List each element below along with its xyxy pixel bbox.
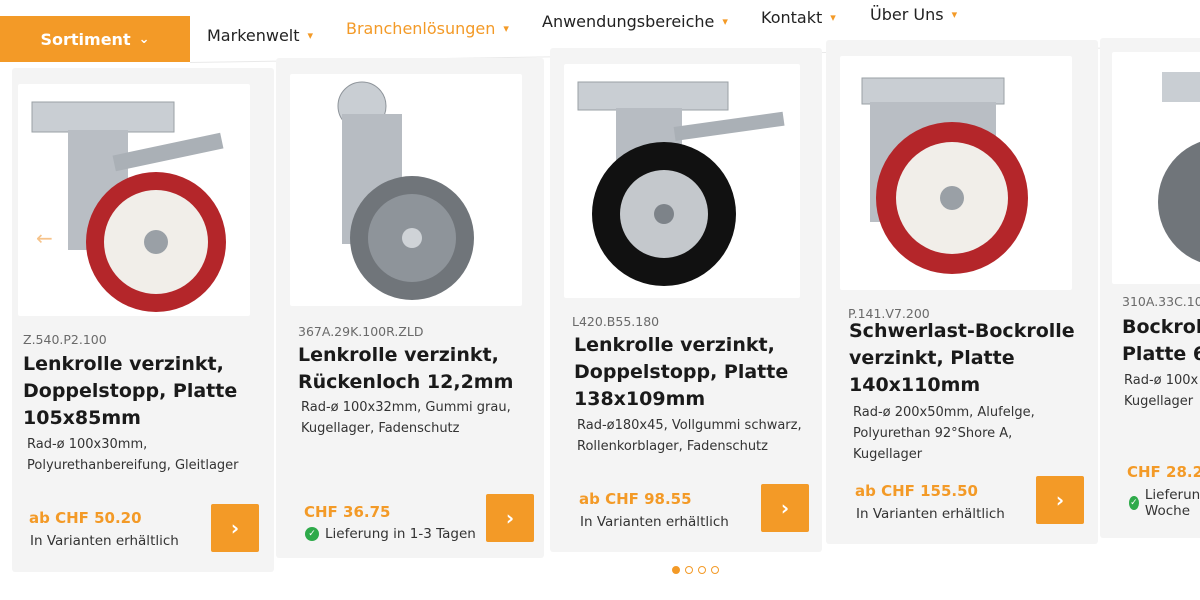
check-circle-icon: ✓ — [1129, 496, 1139, 510]
availability-label: Lieferung in 1-3 Tagen — [325, 526, 476, 542]
product-detail-button[interactable]: › — [761, 484, 809, 532]
product-description: Rad-ø 200x50mm, Alufelge, Polyurethan 92… — [853, 405, 1035, 462]
chevron-right-icon: › — [230, 516, 240, 540]
availability-label: In Varianten erhältlich — [856, 506, 1005, 522]
product-availability: In Varianten erhältlich — [856, 506, 1005, 522]
product-card[interactable]: P.141.V7.200 Schwerlast-Bockrolle verzin… — [826, 40, 1098, 544]
arrow-left-icon: ← — [36, 226, 53, 250]
chevron-down-icon: ▾ — [830, 11, 836, 24]
product-title[interactable]: Schwerlast-Bockrolle verzinkt, Platte 14… — [849, 318, 1081, 399]
product-availability: ✓ Lieferun Woche — [1129, 487, 1200, 519]
slider-prev-button[interactable]: ← — [36, 226, 53, 250]
product-availability: In Varianten erhältlich — [580, 514, 729, 530]
product-availability: In Varianten erhältlich — [30, 533, 179, 549]
product-sku: 367A.29K.100R.ZLD — [298, 324, 424, 339]
product-image — [564, 64, 800, 298]
nav-item-branchenloesungen[interactable]: Branchenlösungen ▾ — [346, 19, 509, 38]
nav-sortiment-button[interactable]: Sortiment ⌄ — [0, 16, 190, 62]
product-description: Rad-ø 100x32mm, Gummi grau, Kugellager, … — [301, 400, 511, 436]
availability-label: Lieferun Woche — [1144, 487, 1200, 519]
product-detail-button[interactable]: › — [1036, 476, 1084, 524]
product-detail-button[interactable]: › — [486, 494, 534, 542]
slider-dot[interactable] — [711, 566, 719, 574]
product-title[interactable]: Bockroll Platte 6 — [1122, 314, 1200, 368]
chevron-right-icon: › — [1055, 488, 1065, 512]
product-detail-button[interactable]: › — [211, 504, 259, 552]
product-price: ab CHF 50.20 — [29, 509, 142, 527]
product-card[interactable]: 310A.33C.100 Bockroll Platte 6 Rad-ø 100… — [1100, 38, 1200, 538]
product-image — [18, 84, 250, 316]
nav-item-label: Kontakt — [761, 8, 823, 27]
product-price: ab CHF 98.55 — [579, 490, 692, 508]
nav-item-ueber-uns[interactable]: Über Uns ▾ — [870, 5, 957, 24]
check-circle-icon: ✓ — [305, 527, 319, 541]
availability-label: In Varianten erhältlich — [30, 533, 179, 549]
product-title[interactable]: Lenkrolle verzinkt, Doppelstopp, Platte … — [23, 351, 253, 432]
product-price: CHF 28.20 — [1127, 463, 1200, 481]
nav-item-markenwelt[interactable]: Markenwelt ▾ — [207, 26, 313, 45]
chevron-down-icon: ▾ — [307, 29, 314, 42]
product-image — [840, 56, 1072, 290]
nav-sortiment-label: Sortiment — [40, 29, 131, 49]
product-price: ab CHF 155.50 — [855, 482, 978, 500]
product-card[interactable]: 367A.29K.100R.ZLD Lenkrolle verzinkt, Rü… — [276, 58, 544, 558]
nav-item-kontakt[interactable]: Kontakt ▾ — [761, 8, 836, 27]
product-description: Rad-ø 100x Kugellager — [1124, 373, 1199, 409]
chevron-right-icon: › — [505, 506, 515, 530]
chevron-down-icon: ▾ — [503, 22, 509, 35]
page: Sortiment ⌄ Markenwelt ▾ Branchenlösunge… — [0, 0, 1200, 600]
product-price: CHF 36.75 — [304, 503, 391, 521]
nav-item-anwendungsbereiche[interactable]: Anwendungsbereiche ▾ — [542, 12, 728, 31]
slider-pagination — [672, 566, 719, 574]
availability-label: In Varianten erhältlich — [580, 514, 729, 530]
product-description: Rad-ø180x45, Vollgummi schwarz, Rollenko… — [577, 418, 802, 454]
chevron-right-icon: › — [780, 496, 790, 520]
product-card[interactable]: L420.B55.180 Lenkrolle verzinkt, Doppels… — [550, 48, 822, 552]
nav-item-label: Markenwelt — [207, 26, 300, 45]
product-description: Rad-ø 100x30mm, Polyurethanbereifung, Gl… — [27, 437, 239, 473]
nav-item-label: Branchenlösungen — [346, 19, 496, 38]
slider-dot[interactable] — [672, 566, 680, 574]
product-image — [1112, 52, 1200, 284]
product-title[interactable]: Lenkrolle verzinkt, Rückenloch 12,2mm — [298, 342, 528, 396]
product-title[interactable]: Lenkrolle verzinkt, Doppelstopp, Platte … — [574, 332, 804, 413]
chevron-down-icon: ▾ — [722, 15, 728, 28]
chevron-down-icon: ▾ — [951, 8, 958, 21]
product-sku: 310A.33C.100 — [1122, 294, 1200, 309]
chevron-down-icon: ⌄ — [138, 31, 150, 47]
nav-item-label: Über Uns — [870, 5, 944, 24]
product-card[interactable]: Z.540.P2.100 Lenkrolle verzinkt, Doppels… — [12, 68, 274, 572]
product-sku: L420.B55.180 — [572, 314, 660, 329]
nav-item-label: Anwendungsbereiche — [542, 12, 715, 31]
product-sku: Z.540.P2.100 — [23, 332, 107, 347]
slider-dot[interactable] — [698, 566, 706, 574]
slider-dot[interactable] — [685, 566, 693, 574]
product-image — [290, 74, 522, 306]
product-availability: ✓ Lieferung in 1-3 Tagen — [305, 526, 476, 542]
